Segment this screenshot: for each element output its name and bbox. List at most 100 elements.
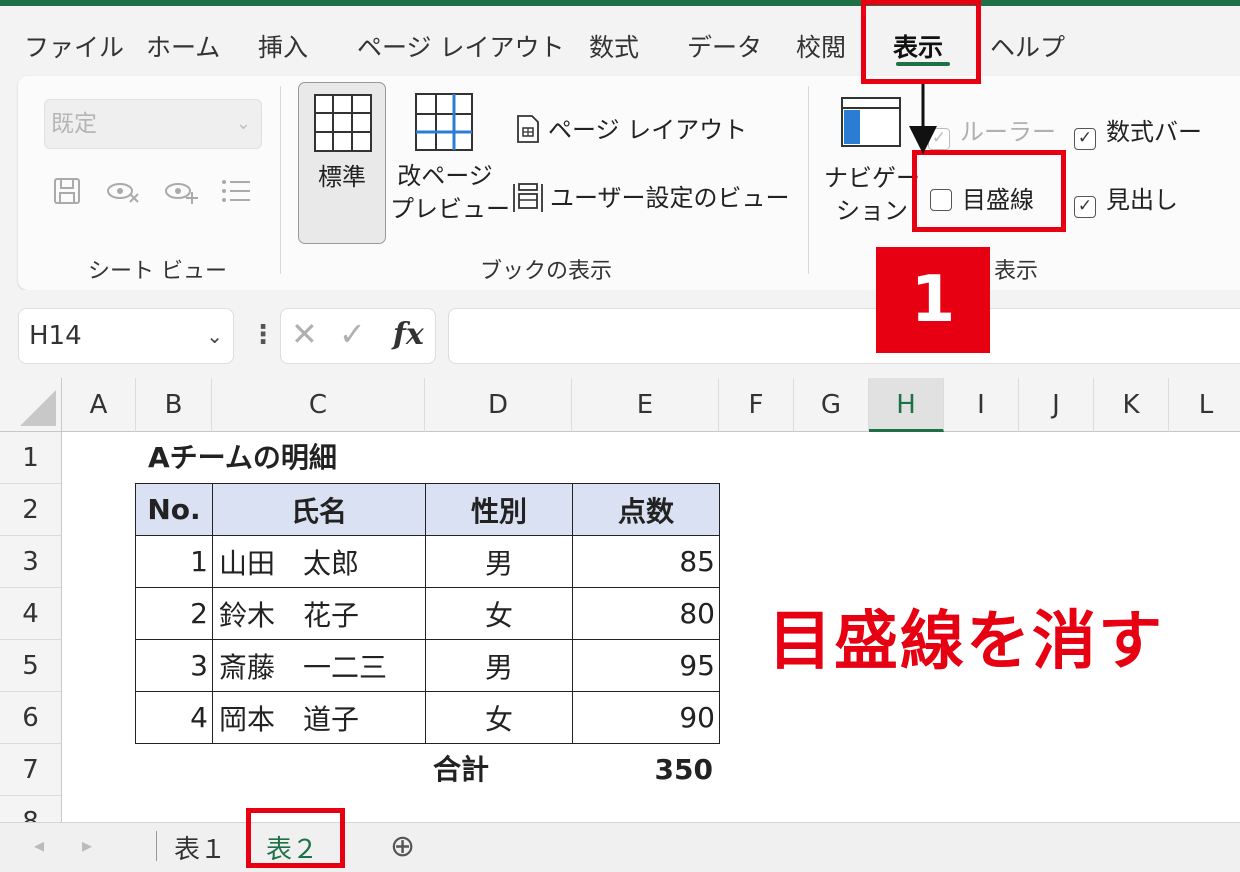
table-cell[interactable]: 1 bbox=[135, 535, 213, 588]
row-header[interactable]: 5 bbox=[0, 640, 62, 692]
annotation-highlight-view-tab bbox=[861, 0, 981, 84]
page-break-preview-icon[interactable] bbox=[414, 92, 474, 152]
table-cell[interactable]: 90 bbox=[572, 691, 720, 744]
table-cell[interactable]: 女 bbox=[425, 691, 573, 744]
table-row: 2 鈴木 花子 女 80 bbox=[135, 587, 720, 640]
formula-bar-checkbox[interactable]: ✓ 数式バー bbox=[1074, 112, 1202, 150]
table-cell[interactable]: 95 bbox=[572, 639, 720, 692]
formula-buttons: ✕ ✓ fx bbox=[280, 308, 436, 364]
column-header[interactable]: K bbox=[1094, 378, 1169, 432]
data-table: No. 氏名 性別 点数 1 山田 太郎 男 85 2 鈴木 花子 女 80 3… bbox=[135, 483, 720, 744]
normal-view-label: 標準 bbox=[318, 163, 366, 191]
table-header-row: No. 氏名 性別 点数 bbox=[135, 483, 720, 536]
cancel-icon[interactable]: ✕ bbox=[291, 315, 318, 353]
navigation-pane-icon[interactable] bbox=[840, 96, 902, 148]
annotation-highlight-gridlines bbox=[912, 150, 1066, 232]
table-row: 3 斎藤 一二三 男 95 bbox=[135, 639, 720, 692]
chevron-down-icon: ⌄ bbox=[206, 324, 223, 348]
row-header[interactable]: 6 bbox=[0, 692, 62, 744]
column-header[interactable]: E bbox=[572, 378, 719, 432]
page-break-preview-label-1[interactable]: 改ページ bbox=[390, 160, 500, 193]
column-header[interactable]: F bbox=[719, 378, 794, 432]
tab-file[interactable]: ファイル bbox=[24, 28, 124, 64]
more-options-icon[interactable]: ⋮ bbox=[250, 320, 276, 350]
table-cell[interactable]: 男 bbox=[425, 535, 573, 588]
scroll-right-icon[interactable]: ▸ bbox=[82, 833, 92, 857]
select-all-corner[interactable] bbox=[0, 378, 62, 432]
row-header[interactable]: 8 bbox=[0, 796, 62, 822]
custom-views-label: ユーザー設定のビュー bbox=[550, 184, 790, 212]
keep-icon bbox=[52, 176, 82, 213]
custom-views-icon bbox=[513, 183, 543, 212]
total-value[interactable]: 350 bbox=[572, 744, 713, 796]
headings-checkbox[interactable]: ✓ 見出し bbox=[1074, 180, 1178, 218]
ribbon-tab-bar: ファイル ホーム 挿入 ページ レイアウト 数式 データ 校閲 表示 ヘルプ bbox=[0, 6, 1240, 76]
table-cell[interactable]: 男 bbox=[425, 639, 573, 692]
column-header[interactable]: D bbox=[425, 378, 572, 432]
table-cell[interactable]: 斎藤 一二三 bbox=[212, 639, 426, 692]
column-header[interactable]: G bbox=[794, 378, 869, 432]
formula-bar-label: 数式バー bbox=[1106, 118, 1202, 146]
worksheet-grid[interactable]: A B C D E F G H I J K L 1 2 3 4 5 6 7 8 … bbox=[0, 378, 1240, 822]
custom-views-button[interactable]: ユーザー設定のビュー bbox=[512, 178, 790, 214]
column-header[interactable]: B bbox=[136, 378, 212, 432]
scroll-left-icon[interactable]: ◂ bbox=[34, 833, 44, 857]
tab-page-layout[interactable]: ページ レイアウト bbox=[357, 28, 564, 64]
sheet-tab-bar: ◂ ▸ 表１ 表２ ⊕ bbox=[0, 822, 1240, 872]
table-cell[interactable]: 山田 太郎 bbox=[212, 535, 426, 588]
column-header[interactable]: C bbox=[212, 378, 425, 432]
ruler-checkbox[interactable]: ✓ ルーラー bbox=[928, 112, 1056, 150]
tab-home[interactable]: ホーム bbox=[146, 28, 220, 64]
table-header-cell[interactable]: 氏名 bbox=[212, 483, 426, 536]
annotation-highlight-sheet-tab bbox=[246, 808, 345, 868]
table-header-cell[interactable]: No. bbox=[135, 483, 213, 536]
tab-help[interactable]: ヘルプ bbox=[990, 28, 1065, 64]
table-cell[interactable]: 80 bbox=[572, 587, 720, 640]
table-cell[interactable]: 3 bbox=[135, 639, 213, 692]
tab-data[interactable]: データ bbox=[687, 28, 762, 64]
table-cell[interactable]: 鈴木 花子 bbox=[212, 587, 426, 640]
table-cell[interactable]: 85 bbox=[572, 535, 720, 588]
column-header[interactable]: I bbox=[944, 378, 1019, 432]
column-header-selected[interactable]: H bbox=[869, 378, 944, 432]
navigation-label-2[interactable]: ション bbox=[824, 195, 920, 228]
total-label[interactable]: 合計 bbox=[433, 744, 489, 796]
chevron-down-icon: ⌄ bbox=[235, 113, 251, 134]
table-cell[interactable]: 2 bbox=[135, 587, 213, 640]
add-sheet-icon[interactable]: ⊕ bbox=[390, 829, 415, 864]
table-cell[interactable]: 4 bbox=[135, 691, 213, 744]
formula-bar-area: H14 ⌄ ⋮ ✕ ✓ fx bbox=[0, 290, 1240, 378]
page-layout-view-label: ページ レイアウト bbox=[548, 116, 748, 144]
row-header[interactable]: 4 bbox=[0, 588, 62, 640]
column-header[interactable]: L bbox=[1169, 378, 1240, 432]
column-header[interactable]: J bbox=[1019, 378, 1094, 432]
sheet-view-select[interactable]: 既定 ⌄ bbox=[44, 99, 262, 149]
navigation-label-1[interactable]: ナビゲー bbox=[824, 162, 920, 195]
group-label-show: 表示 bbox=[994, 259, 1039, 284]
enter-icon[interactable]: ✓ bbox=[339, 315, 366, 353]
page-layout-view-button[interactable]: ページ レイアウト bbox=[516, 110, 747, 145]
tab-review[interactable]: 校閲 bbox=[796, 28, 846, 64]
tab-formulas[interactable]: 数式 bbox=[589, 28, 639, 64]
new-view-icon bbox=[164, 176, 200, 213]
table-cell[interactable]: 女 bbox=[425, 587, 573, 640]
insert-function-icon[interactable]: fx bbox=[393, 317, 424, 352]
row-header[interactable]: 2 bbox=[0, 484, 62, 536]
formula-input[interactable] bbox=[448, 308, 1240, 364]
row-header[interactable]: 1 bbox=[0, 432, 62, 484]
page-layout-icon bbox=[517, 115, 539, 143]
column-header[interactable]: A bbox=[62, 378, 136, 432]
normal-view-button[interactable]: 標準 bbox=[298, 82, 386, 244]
table-cell[interactable]: 岡本 道子 bbox=[212, 691, 426, 744]
name-box[interactable]: H14 ⌄ bbox=[18, 308, 234, 364]
table-header-cell[interactable]: 性別 bbox=[425, 483, 573, 536]
row-header[interactable]: 3 bbox=[0, 536, 62, 588]
table-header-cell[interactable]: 点数 bbox=[572, 483, 720, 536]
row-header[interactable]: 7 bbox=[0, 744, 62, 796]
tab-insert[interactable]: 挿入 bbox=[258, 28, 308, 64]
sheet-title[interactable]: Aチームの明細 bbox=[148, 432, 337, 484]
ruler-label: ルーラー bbox=[960, 118, 1056, 146]
sheet-tab-1[interactable]: 表１ bbox=[174, 829, 226, 866]
group-label-workbook-views: ブックの表示 bbox=[480, 259, 613, 284]
page-break-preview-label-2[interactable]: プレビュー bbox=[390, 193, 510, 226]
